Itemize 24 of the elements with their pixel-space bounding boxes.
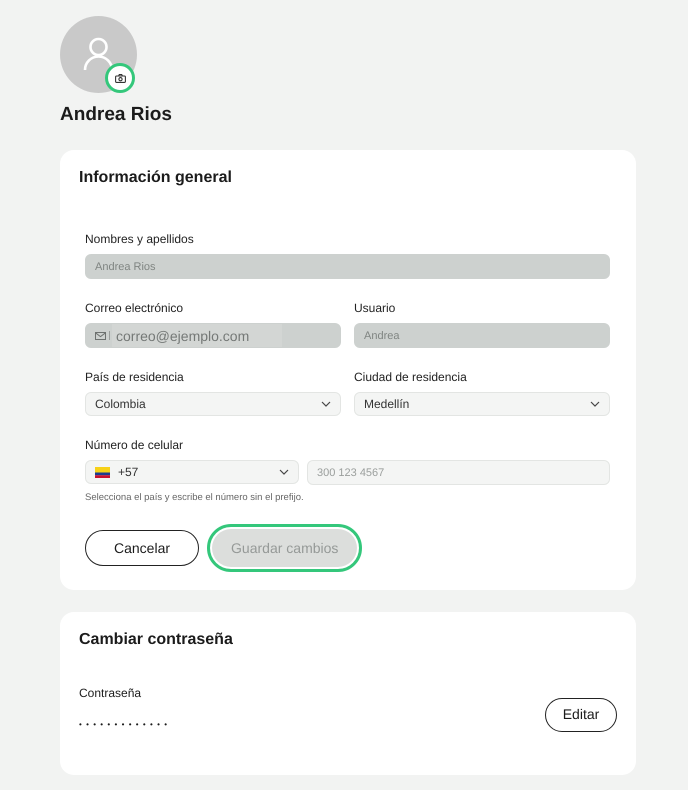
field-label: Usuario: [354, 300, 396, 316]
field-label: Nombres y apellidos: [85, 231, 195, 247]
section-title: Información general: [79, 168, 233, 188]
section-title: Cambiar contraseña: [79, 630, 234, 650]
password-value: •••••••••••••: [79, 719, 172, 731]
camera-icon: [114, 74, 126, 82]
chevron-down-icon: [321, 401, 331, 407]
flag-icon: [95, 466, 110, 478]
field-label: Ciudad de residencia: [354, 369, 468, 385]
phone-field[interactable]: 300 123 4567: [307, 460, 610, 485]
country-code-dropdown[interactable]: +57: [85, 460, 299, 484]
mail-icon: [95, 332, 106, 340]
field-label: País de residencia: [85, 369, 185, 385]
dropdown-field[interactable]: Colombia: [85, 392, 341, 416]
field-label: Número de celular: [85, 437, 184, 453]
chevron-down-icon: [590, 401, 600, 407]
profile-name: Andrea Rios: [60, 103, 173, 127]
chevron-down-icon: [279, 469, 289, 475]
cancel-button[interactable]: Cancelar: [85, 530, 200, 566]
hint-text: Selecciona el país y escribe el número sin el prefijo.: [85, 491, 305, 504]
dropdown-field[interactable]: Medellín: [354, 392, 610, 416]
field-label: Contraseña: [79, 685, 142, 701]
field-label: Correo electrónico: [85, 300, 184, 316]
edit-button[interactable]: Editar: [545, 698, 617, 732]
